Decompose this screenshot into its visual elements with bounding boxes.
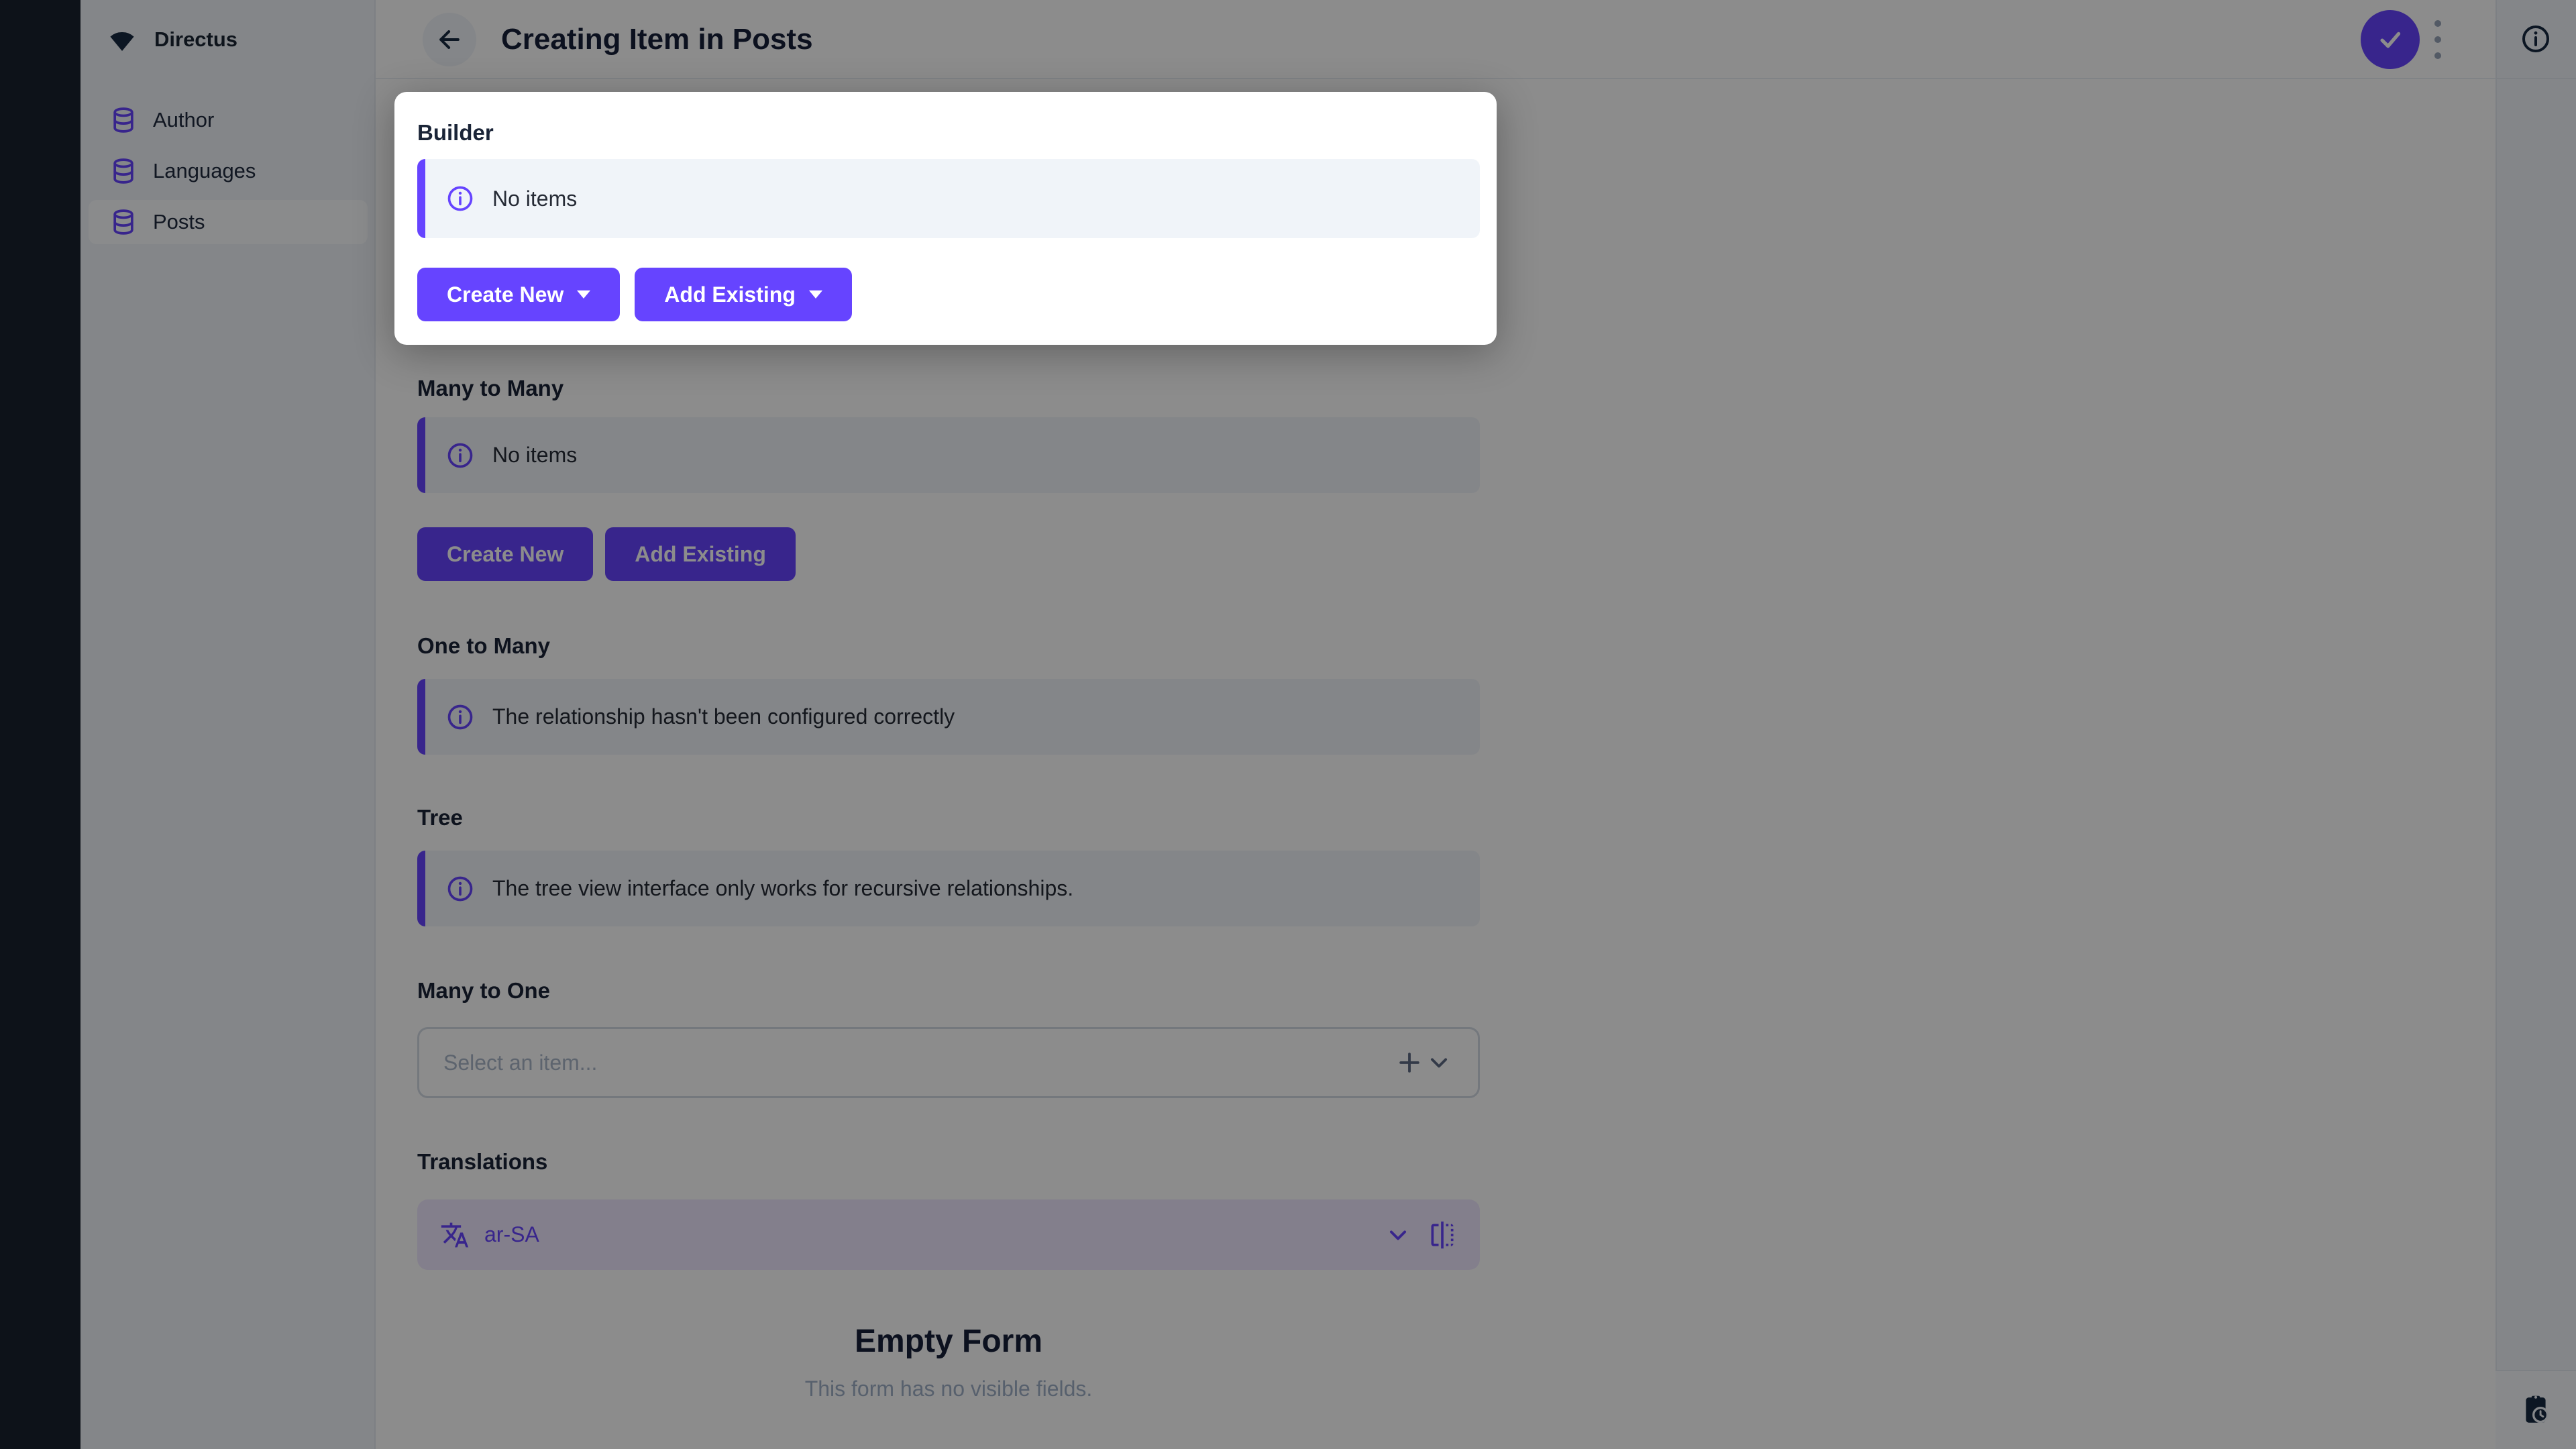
directus-app: ? Directus Author: [0, 0, 2576, 1449]
add-existing-dropdown-button[interactable]: Add Existing: [635, 268, 852, 321]
notice-builder: No items: [417, 159, 1480, 238]
builder-actions: Create New Add Existing: [417, 268, 852, 321]
field-label-builder: Builder: [417, 120, 1480, 146]
chevron-down-icon: [577, 290, 590, 299]
create-new-dropdown-button[interactable]: Create New: [417, 268, 620, 321]
builder-field-card: Builder No items Create New Add Existing: [394, 92, 1497, 345]
info-icon: [445, 184, 475, 213]
chevron-down-icon: [809, 290, 822, 299]
notice-text: No items: [492, 186, 577, 211]
